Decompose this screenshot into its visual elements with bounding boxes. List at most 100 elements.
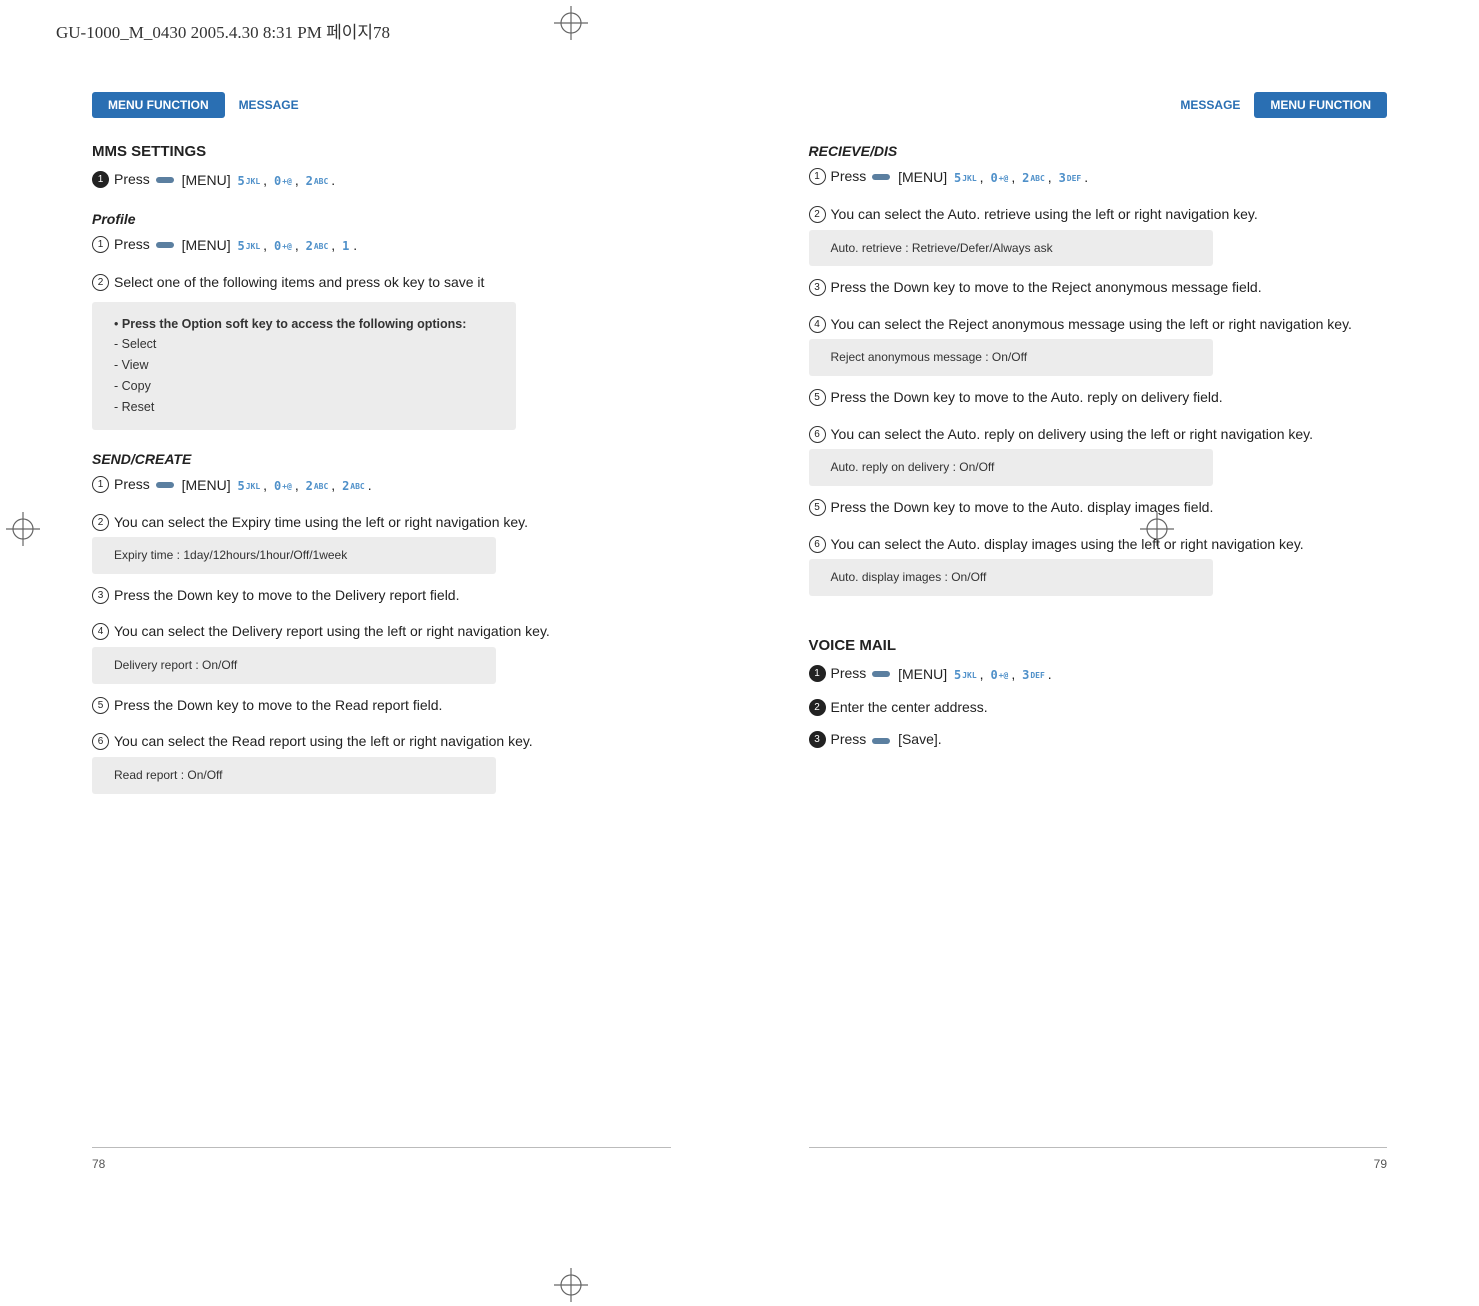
step-line: 3 Press the Down key to move to the Deli…: [92, 586, 671, 605]
key-5: 5JKL: [237, 478, 260, 494]
page-number-right: 79: [1374, 1156, 1387, 1172]
step-line: 6 You can select the Auto. reply on deli…: [809, 425, 1388, 444]
heading-voice-mail: VOICE MAIL: [809, 636, 1388, 656]
heading-mms-settings: MMS SETTINGS: [92, 142, 671, 162]
soft-key-icon: [872, 738, 890, 744]
key-sequence: [MENU] 5JKL, 0+@, 2ABC, 3DEF.: [870, 168, 1088, 187]
options-box: • Press the Option soft key to access th…: [92, 302, 516, 430]
step-text: Press: [114, 476, 150, 492]
step-line: 4 You can select the Reject anonymous me…: [809, 315, 1388, 334]
step-line: 2 Enter the center address.: [809, 698, 1388, 717]
heading-profile: Profile: [92, 210, 671, 229]
step-text: Press the Down key to move to the Delive…: [114, 587, 459, 603]
key-5: 5JKL: [954, 667, 977, 683]
step-number-icon: 2: [809, 206, 826, 223]
step-number-icon: 2: [92, 274, 109, 291]
left-page: MENU FUNCTION MESSAGE MMS SETTINGS 1 Pre…: [92, 92, 671, 1182]
key-sequence: [MENU] 5JKL, 0+@, 2ABC, 1.: [154, 236, 358, 255]
section-message-label: MESSAGE: [239, 97, 299, 113]
step-line: 5 Press the Down key to move to the Auto…: [809, 388, 1388, 407]
step-line: 2 Select one of the following items and …: [92, 273, 671, 292]
step-text: Press the Down key to move to the Auto. …: [831, 499, 1214, 515]
step-number-icon: 1: [92, 171, 109, 188]
step-number-icon: 1: [92, 236, 109, 253]
right-page: MESSAGE MENU FUNCTION RECIEVE/DIS 1 Pres…: [809, 92, 1388, 1182]
step-text: Press the Down key to move to the Reject…: [831, 279, 1262, 295]
step-text: You can select the Expiry time using the…: [114, 514, 528, 530]
key-2: 2ABC: [342, 478, 365, 494]
registration-mark-icon: [554, 1268, 588, 1302]
step-number-icon: 2: [92, 514, 109, 531]
page-root: GU-1000_M_0430 2005.4.30 8:31 PM 페이지78 M…: [0, 0, 1479, 1306]
soft-key-icon: [872, 671, 890, 677]
step-text: You can select the Read report using the…: [114, 733, 533, 749]
header-tabs-right: MESSAGE MENU FUNCTION: [809, 92, 1388, 114]
step-line: 6 You can select the Read report using t…: [92, 732, 671, 751]
step-number-icon: 6: [809, 426, 826, 443]
step-number-icon: 6: [809, 536, 826, 553]
step-number-icon: 1: [92, 476, 109, 493]
step-text: Select one of the following items and pr…: [114, 274, 484, 290]
key-0: 0+@: [274, 173, 292, 189]
step-number-icon: 6: [92, 733, 109, 750]
step-line: 1 Press [MENU] 5JKL, 0+@, 2ABC, 2ABC.: [92, 475, 671, 495]
key-5: 5JKL: [954, 170, 977, 186]
step-line: 2 You can select the Expiry time using t…: [92, 513, 671, 532]
key-0: 0+@: [274, 478, 292, 494]
step-text: You can select the Auto. retrieve using …: [831, 206, 1258, 222]
page-number-rule: [809, 1147, 1388, 1148]
step-line: 3 Press the Down key to move to the Reje…: [809, 278, 1388, 297]
step-text: Press: [831, 665, 867, 681]
key-0: 0+@: [990, 667, 1008, 683]
menu-label: [MENU]: [182, 172, 231, 188]
step-line: 2 You can select the Auto. retrieve usin…: [809, 205, 1388, 224]
step-number-icon: 5: [809, 389, 826, 406]
key-1: 1: [342, 238, 350, 254]
page-number-left: 78: [92, 1156, 105, 1172]
info-box-auto-retrieve: Auto. retrieve : Retrieve/Defer/Always a…: [809, 230, 1213, 266]
heading-recieve-dis: RECIEVE/DIS: [809, 142, 1388, 161]
step-line: 3 Press [Save].: [809, 730, 1388, 750]
step-text: You can select the Reject anonymous mess…: [831, 316, 1352, 332]
step-text: You can select the Delivery report using…: [114, 623, 550, 639]
step-text: Press the Down key to move to the Read r…: [114, 697, 442, 713]
key-0: 0+@: [990, 170, 1008, 186]
key-3: 3DEF: [1022, 667, 1045, 683]
step-number-icon: 3: [92, 587, 109, 604]
step-text: Press: [831, 731, 867, 747]
step-number-icon: 3: [809, 731, 826, 748]
key-2: 2ABC: [306, 173, 329, 189]
step-text: Press: [831, 168, 867, 184]
key-0: 0+@: [274, 238, 292, 254]
step-text: Press: [114, 171, 150, 187]
save-label: [Save].: [898, 731, 942, 747]
step-line: 6 You can select the Auto. display image…: [809, 535, 1388, 554]
step-line: 1 Press [MENU] 5JKL, 0+@, 3DEF.: [809, 664, 1388, 684]
menu-label: [MENU]: [182, 477, 231, 493]
step-number-icon: 4: [92, 623, 109, 640]
key-2: 2ABC: [306, 478, 329, 494]
step-number-icon: 2: [809, 699, 826, 716]
step-number-icon: 5: [92, 697, 109, 714]
info-box-read-report: Read report : On/Off: [92, 757, 496, 793]
key-2: 2ABC: [1022, 170, 1045, 186]
registration-mark-icon: [554, 6, 588, 40]
menu-label: [MENU]: [182, 237, 231, 253]
step-line: 5 Press the Down key to move to the Auto…: [809, 498, 1388, 517]
options-heading: Press the Option soft key to access the …: [122, 317, 467, 331]
key-2: 2ABC: [306, 238, 329, 254]
step-line: 1 Press [MENU] 5JKL, 0+@, 2ABC, 1.: [92, 235, 671, 255]
step-text: Press the Down key to move to the Auto. …: [831, 389, 1223, 405]
step-number-icon: 3: [809, 279, 826, 296]
step-text: You can select the Auto. display images …: [831, 536, 1304, 552]
step-text: You can select the Auto. reply on delive…: [831, 426, 1314, 442]
step-number-icon: 5: [809, 499, 826, 516]
page-spread: MENU FUNCTION MESSAGE MMS SETTINGS 1 Pre…: [92, 92, 1387, 1182]
header-tabs-left: MENU FUNCTION MESSAGE: [92, 92, 671, 114]
step-number-icon: 1: [809, 665, 826, 682]
registration-mark-icon: [6, 512, 40, 546]
key-sequence: [MENU] 5JKL, 0+@, 3DEF.: [870, 665, 1051, 684]
print-header: GU-1000_M_0430 2005.4.30 8:31 PM 페이지78: [56, 18, 390, 43]
soft-key-icon: [156, 177, 174, 183]
info-box-auto-display: Auto. display images : On/Off: [809, 559, 1213, 595]
